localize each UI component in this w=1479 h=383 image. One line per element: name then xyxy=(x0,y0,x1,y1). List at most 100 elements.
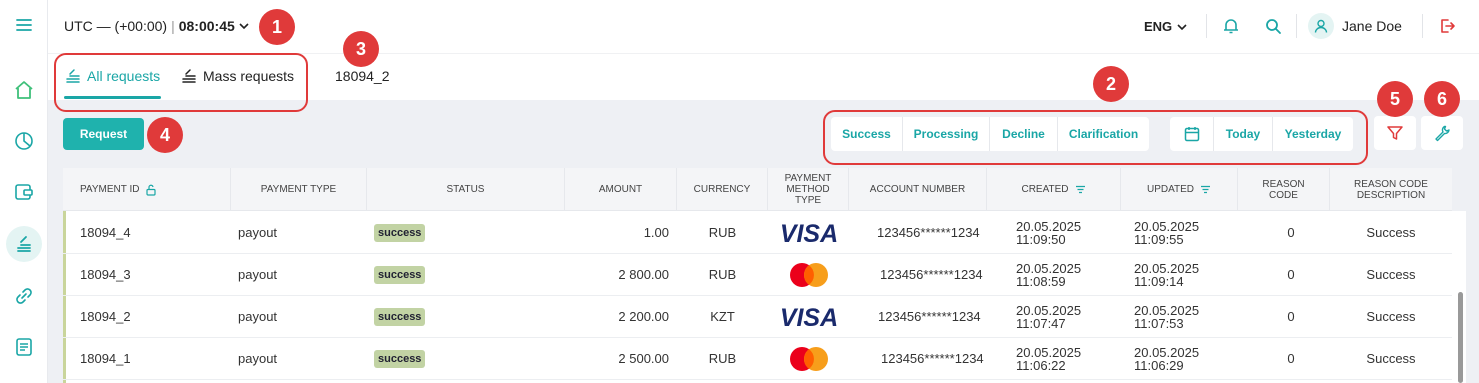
reason-description: Success xyxy=(1366,267,1416,282)
wrench-icon xyxy=(1435,125,1450,142)
amount: 1.00 xyxy=(643,225,669,240)
currency: RUB xyxy=(708,225,737,240)
menu-icon[interactable] xyxy=(6,7,42,43)
column-payment-method-type[interactable]: PAYMENT METHOD TYPE xyxy=(768,168,849,211)
column-payment-id[interactable]: PAYMENT ID xyxy=(63,168,231,211)
table-header: PAYMENT ID PAYMENT TYPE STATUS AMOUNT CU… xyxy=(63,168,1452,211)
column-updated[interactable]: UPDATED xyxy=(1121,168,1238,211)
link-icon[interactable] xyxy=(6,278,42,314)
unlock-icon[interactable] xyxy=(145,184,157,196)
updated-time: 11:09:14 xyxy=(1134,273,1184,289)
annotation-badge-4: 4 xyxy=(147,117,183,153)
annotation-badge-6: 6 xyxy=(1424,81,1460,117)
wallet-icon[interactable] xyxy=(6,174,42,210)
pie-chart-icon[interactable] xyxy=(6,123,42,159)
payments-icon[interactable] xyxy=(6,226,42,262)
bell-icon[interactable] xyxy=(1220,15,1242,37)
settings-button[interactable] xyxy=(1421,116,1463,150)
created-datetime: 20.05.2025 11:06:22 xyxy=(1016,338,1081,379)
payment-type: payout xyxy=(238,309,278,324)
annotation-badge-3: 3 xyxy=(343,31,379,67)
column-label: CREATED xyxy=(1021,184,1069,195)
column-reason-code-description[interactable]: REASON CODE DESCRIPTION xyxy=(1330,168,1452,211)
account-number: 123456******1234 xyxy=(878,309,981,324)
payment-id: 18094_3 xyxy=(80,267,131,282)
divider xyxy=(1296,14,1297,38)
user-name: Jane Doe xyxy=(1342,18,1402,34)
document-icon[interactable] xyxy=(6,329,42,365)
status-badge: success xyxy=(374,265,426,284)
reason-code: 0 xyxy=(1287,267,1295,282)
column-payment-type[interactable]: PAYMENT TYPE xyxy=(231,168,367,211)
table-row[interactable]: 18094_4 payout success 1.00 RUB VISA 123… xyxy=(63,212,1452,254)
svg-text:VISA: VISA xyxy=(779,221,837,245)
search-icon[interactable] xyxy=(1262,15,1284,37)
visa-icon: VISA xyxy=(768,296,849,337)
updated-time: 11:07:53 xyxy=(1134,315,1184,331)
column-label: PAYMENT ID xyxy=(80,184,140,195)
tab-payment-18094-2[interactable]: 18094_2 xyxy=(335,68,390,84)
annotation-badge-5: 5 xyxy=(1377,81,1413,117)
reason-code: 0 xyxy=(1287,351,1295,366)
user-icon xyxy=(1314,19,1328,33)
user-menu[interactable]: Jane Doe xyxy=(1308,13,1402,39)
payment-type: payout xyxy=(238,351,278,366)
column-label: PAYMENT TYPE xyxy=(260,184,337,195)
created-time: 11:06:22 xyxy=(1016,357,1066,373)
timezone-selector[interactable]: UTC — (+00:00) | 08:00:45 xyxy=(64,18,249,34)
created-datetime: 20.05.2025 11:09:50 xyxy=(1016,212,1081,253)
divider xyxy=(1422,14,1423,38)
created-date: 20.05.2025 xyxy=(1016,218,1082,234)
updated-time: 11:06:29 xyxy=(1134,357,1184,373)
request-button[interactable]: Request xyxy=(63,118,144,150)
sort-icon[interactable] xyxy=(1075,185,1086,194)
updated-datetime: 20.05.2025 11:06:29 xyxy=(1134,338,1199,379)
created-date: 20.05.2025 xyxy=(1016,344,1082,360)
account-number: 123456******1234 xyxy=(880,267,983,282)
logout-icon[interactable] xyxy=(1436,15,1458,37)
column-label: AMOUNT xyxy=(598,184,643,195)
scrollbar-thumb[interactable] xyxy=(1458,292,1463,383)
table-row[interactable]: 18094_2 payout success 2 200.00 KZT VISA… xyxy=(63,296,1452,338)
created-time: 11:09:50 xyxy=(1016,231,1066,247)
updated-date: 20.05.2025 xyxy=(1134,260,1200,276)
timezone-separator: | xyxy=(171,18,175,34)
currency: RUB xyxy=(708,267,737,282)
current-time: 08:00:45 xyxy=(178,18,235,34)
svg-text:VISA: VISA xyxy=(779,305,837,329)
mastercard-icon xyxy=(768,254,849,295)
created-datetime: 20.05.2025 11:08:59 xyxy=(1016,254,1081,295)
app-root: UTC — (+00:00) | 08:00:45 ENG Jane Doe A… xyxy=(0,0,1479,383)
timezone-label: UTC — (+00:00) xyxy=(64,18,168,34)
column-label: UPDATED xyxy=(1146,184,1195,195)
column-created[interactable]: CREATED xyxy=(987,168,1121,211)
updated-datetime: 20.05.2025 11:09:55 xyxy=(1134,212,1199,253)
column-reason-code[interactable]: REASON CODE xyxy=(1238,168,1330,211)
sort-icon[interactable] xyxy=(1200,185,1211,194)
home-icon[interactable] xyxy=(6,72,42,108)
column-label: ACCOUNT NUMBER xyxy=(869,184,966,195)
created-date: 20.05.2025 xyxy=(1016,260,1082,276)
column-currency[interactable]: CURRENCY xyxy=(677,168,768,211)
tab-label: 18094_2 xyxy=(335,68,390,84)
visa-icon: VISA xyxy=(768,212,849,253)
updated-datetime: 20.05.2025 11:07:53 xyxy=(1134,296,1199,337)
filter-button[interactable] xyxy=(1374,116,1416,150)
chevron-down-icon xyxy=(1177,23,1187,30)
mastercard-icon xyxy=(768,338,849,379)
column-account-number[interactable]: ACCOUNT NUMBER xyxy=(849,168,987,211)
annotation-badge-2: 2 xyxy=(1093,66,1129,102)
column-amount[interactable]: AMOUNT xyxy=(565,168,677,211)
payment-type: payout xyxy=(238,267,278,282)
status-badge: success xyxy=(374,223,426,242)
table-row[interactable]: 18094_1 payout success 2 500.00 RUB 1234… xyxy=(63,338,1452,380)
language-selector[interactable]: ENG xyxy=(1144,19,1187,34)
account-number: 123456******1234 xyxy=(881,351,984,366)
annotation-highlight-tabs xyxy=(54,53,308,112)
reason-description: Success xyxy=(1366,351,1416,366)
status-badge: success xyxy=(374,307,426,326)
updated-datetime: 20.05.2025 11:09:14 xyxy=(1134,254,1199,295)
table-row[interactable]: 18094_3 payout success 2 800.00 RUB 1234… xyxy=(63,254,1452,296)
updated-time: 11:09:55 xyxy=(1134,231,1184,247)
column-status[interactable]: STATUS xyxy=(367,168,565,211)
